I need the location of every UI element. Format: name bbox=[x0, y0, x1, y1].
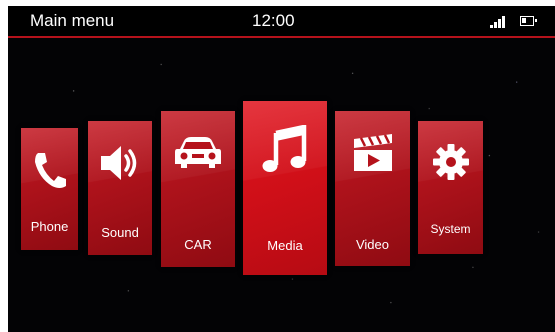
page-title: Main menu bbox=[30, 11, 115, 30]
menu-tile-video[interactable]: Video bbox=[335, 111, 410, 266]
menu-tile-car[interactable]: CAR bbox=[161, 111, 235, 267]
phone-icon bbox=[34, 153, 66, 188]
status-bar: Main menu 12:00 bbox=[8, 6, 555, 38]
menu-tile-label: System bbox=[430, 222, 471, 236]
gear-icon bbox=[432, 144, 469, 180]
clapperboard-icon bbox=[353, 134, 392, 171]
battery-icon bbox=[520, 16, 537, 26]
menu-tile-system[interactable]: System bbox=[418, 121, 483, 254]
car-icon bbox=[175, 137, 221, 168]
menu-tile-label: Video bbox=[355, 237, 389, 252]
menu-tile-sound[interactable]: Sound bbox=[88, 121, 152, 255]
speaker-icon bbox=[101, 146, 137, 180]
head-unit-screen: Main menu 12:00 Phone Sound CAR Media Vi… bbox=[8, 6, 555, 332]
menu-tile-label: Phone bbox=[30, 219, 69, 234]
signal-bars-icon bbox=[490, 16, 508, 28]
menu-tile-media[interactable]: Media bbox=[243, 101, 327, 275]
menu-tile-label: CAR bbox=[184, 237, 212, 252]
menu-tile-label: Sound bbox=[101, 225, 139, 240]
clock: 12:00 bbox=[252, 11, 295, 30]
music-note-icon bbox=[262, 125, 307, 172]
menu-tile-phone[interactable]: Phone bbox=[21, 128, 78, 250]
menu-tile-label: Media bbox=[267, 238, 303, 253]
